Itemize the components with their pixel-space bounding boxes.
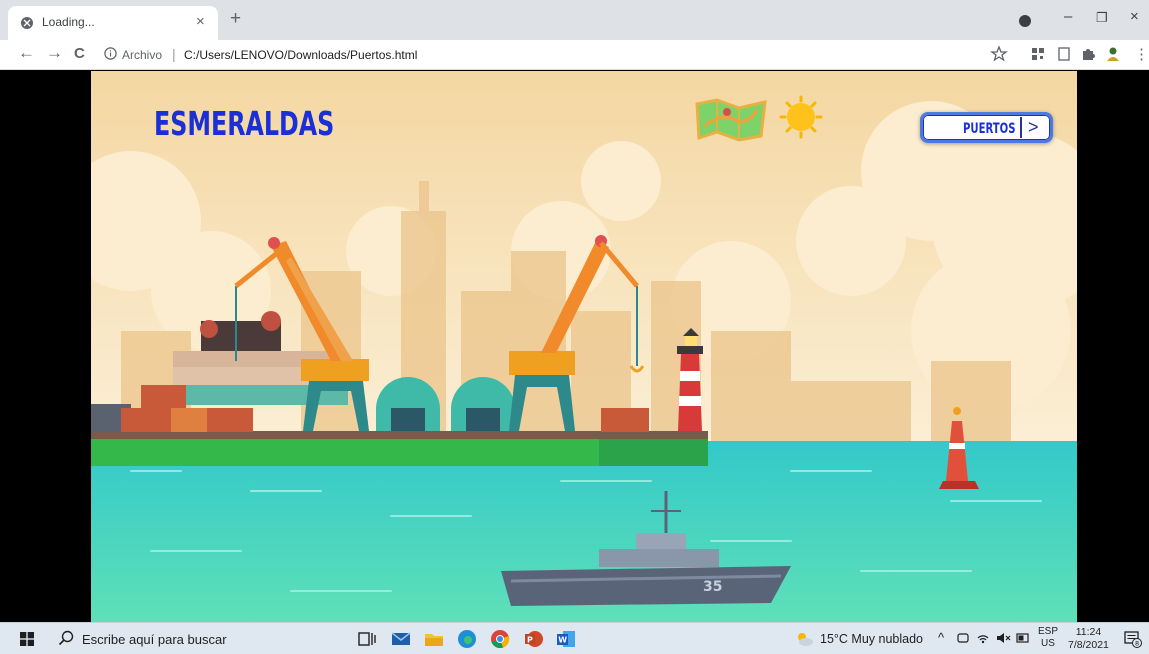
taskbar-search-input[interactable]: Escribe aquí para buscar — [82, 632, 227, 647]
profile-icon[interactable] — [1019, 15, 1031, 27]
ship-number: 35 — [703, 579, 722, 595]
tray-chevron-icon[interactable]: ^ — [938, 630, 944, 645]
close-window-button[interactable]: × — [1130, 8, 1139, 25]
puertos-button[interactable]: PUERTOS > — [920, 112, 1053, 143]
windows-start-icon[interactable] — [20, 632, 34, 646]
port-scene: 35 ESMERALDAS PUERTOS > — [91, 71, 1077, 622]
svg-text:W: W — [558, 636, 567, 645]
clock-date: 7/8/2021 — [1068, 639, 1109, 651]
browser-tab[interactable]: Loading... × — [8, 6, 218, 40]
page-viewport: 35 ESMERALDAS PUERTOS > — [0, 71, 1149, 622]
screen: Loading... × + – ❐ × ← → C Archivo | C:/… — [0, 0, 1149, 654]
notification-count: 8 — [1135, 640, 1139, 648]
info-icon[interactable] — [104, 47, 117, 60]
forward-button[interactable]: → — [46, 43, 63, 63]
address-bar[interactable]: Archivo | C:/Users/LENOVO/Downloads/Puer… — [96, 43, 1016, 67]
map-icon[interactable] — [695, 98, 767, 142]
port-illustration: 35 — [91, 71, 1077, 622]
avatar-icon[interactable] — [1104, 45, 1122, 63]
mail-icon[interactable] — [390, 628, 412, 650]
minimize-button[interactable]: – — [1064, 8, 1072, 25]
cloudy-weather-icon[interactable] — [794, 629, 814, 649]
browser-tab-bar: Loading... × + – ❐ × — [0, 0, 1149, 40]
file-explorer-icon[interactable] — [423, 628, 445, 650]
edge-icon[interactable] — [456, 628, 478, 650]
windows-taskbar: Escribe aquí para buscar P W 15°C Muy nu… — [0, 622, 1149, 654]
bookmark-star-icon[interactable] — [990, 45, 1008, 63]
input-language-indicator[interactable]: ESP US — [1038, 626, 1058, 650]
search-icon[interactable] — [58, 630, 74, 646]
svg-text:P: P — [527, 636, 533, 645]
keyboard-layout-label: US — [1041, 638, 1055, 649]
reader-extension-icon[interactable] — [1055, 45, 1073, 63]
weather-text[interactable]: 15°C Muy nublado — [820, 632, 923, 646]
volume-muted-icon[interactable] — [995, 631, 1011, 645]
powerpoint-icon[interactable]: P — [522, 628, 544, 650]
puertos-button-label: PUERTOS — [963, 121, 1016, 137]
new-tab-button[interactable]: + — [230, 8, 241, 30]
url-scheme-label: Archivo — [122, 48, 163, 62]
sun-icon[interactable] — [779, 95, 823, 139]
word-icon[interactable]: W — [555, 628, 577, 650]
battery-icon[interactable] — [1016, 632, 1030, 644]
task-view-icon[interactable] — [356, 628, 378, 650]
restore-button[interactable]: ❐ — [1096, 10, 1108, 26]
browser-toolbar: ← → C Archivo | C:/Users/LENOVO/Download… — [0, 40, 1149, 70]
network-icon[interactable] — [976, 631, 990, 645]
tab-close-button[interactable]: × — [196, 13, 205, 30]
tab-title: Loading... — [42, 15, 95, 29]
back-button[interactable]: ← — [18, 43, 35, 63]
meet-now-icon[interactable] — [956, 631, 970, 645]
button-divider — [1020, 117, 1022, 138]
page-title: ESMERALDAS — [154, 104, 335, 143]
taskbar-clock[interactable]: 11:24 7/8/2021 — [1068, 626, 1109, 652]
chrome-icon[interactable] — [489, 628, 511, 650]
qr-extension-icon[interactable] — [1029, 45, 1047, 63]
chevron-right-icon: > — [1028, 117, 1039, 137]
language-label: ESP — [1038, 626, 1059, 637]
url-text[interactable]: C:/Users/LENOVO/Downloads/Puertos.html — [184, 48, 417, 62]
chrome-menu-button[interactable]: ⋮ — [1134, 45, 1149, 63]
url-separator: | — [172, 46, 176, 62]
clock-time: 11:24 — [1075, 626, 1102, 638]
reload-button[interactable]: C — [74, 45, 85, 62]
notification-center-icon[interactable]: 8 — [1124, 630, 1142, 648]
extensions-puzzle-icon[interactable] — [1079, 45, 1097, 63]
loading-globe-icon — [21, 17, 33, 29]
